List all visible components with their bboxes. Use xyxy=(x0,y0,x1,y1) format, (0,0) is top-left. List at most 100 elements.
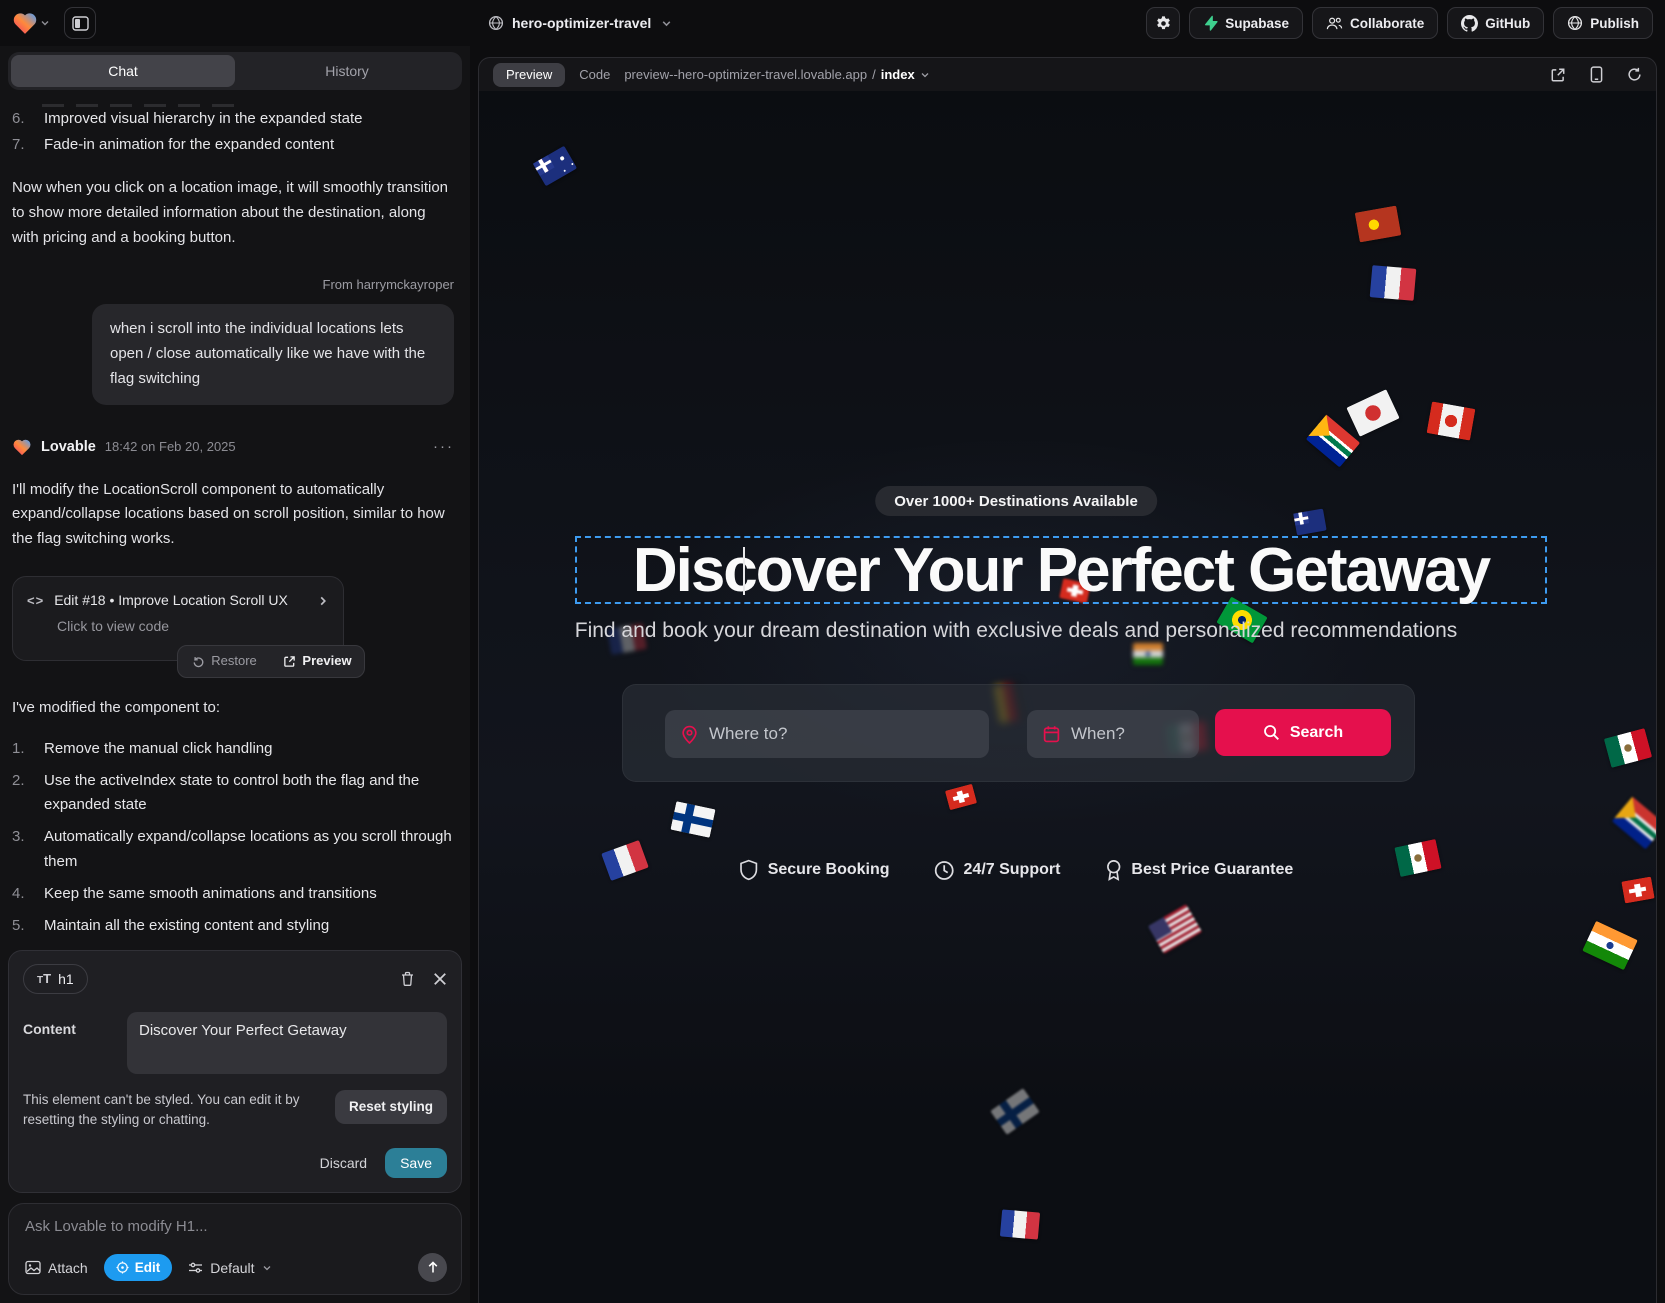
list-item: 7.Fade-in animation for the expanded con… xyxy=(12,133,454,158)
element-editor-panel: TT h1 Content Discover Your Perfect Geta… xyxy=(8,950,462,1194)
sidebar-toggle-button[interactable] xyxy=(64,7,96,39)
feature-label: Secure Booking xyxy=(768,861,890,879)
supabase-icon xyxy=(1203,15,1218,31)
australia-flag-icon xyxy=(533,146,577,187)
target-icon xyxy=(116,1261,129,1274)
element-tag-chip[interactable]: TT h1 xyxy=(23,964,88,994)
mobile-view-icon[interactable] xyxy=(1590,66,1603,83)
publish-button[interactable]: Publish xyxy=(1553,7,1653,39)
external-link-icon xyxy=(283,655,296,668)
discard-button[interactable]: Discard xyxy=(320,1155,367,1171)
typography-icon: TT xyxy=(37,971,51,986)
close-icon[interactable] xyxy=(433,972,447,986)
url-separator: / xyxy=(872,67,876,82)
clipped-list-item xyxy=(42,98,372,107)
list-item: 1.Remove the manual click handling xyxy=(12,737,454,762)
search-icon xyxy=(1263,724,1280,741)
where-to-placeholder: Where to? xyxy=(709,724,787,744)
image-icon xyxy=(25,1260,41,1275)
search-button[interactable]: Search xyxy=(1215,709,1391,756)
lovable-heart-icon xyxy=(12,438,32,456)
github-button[interactable]: GitHub xyxy=(1447,7,1544,39)
more-menu-icon[interactable]: ··· xyxy=(433,435,454,460)
hero-subtitle: Find and book your dream destination wit… xyxy=(575,619,1458,643)
list-item: 3.Automatically expand/collapse location… xyxy=(12,825,454,875)
assistant-paragraph: Now when you click on a location image, … xyxy=(12,176,454,251)
restore-icon xyxy=(192,655,205,668)
edit-mode-button[interactable]: Edit xyxy=(104,1254,173,1281)
send-button[interactable] xyxy=(418,1253,447,1282)
list-item-number: 6. xyxy=(12,107,44,132)
tab-history[interactable]: History xyxy=(235,55,459,87)
where-to-input[interactable]: Where to? xyxy=(665,710,989,758)
collaborate-button[interactable]: Collaborate xyxy=(1312,7,1438,39)
content-label: Content xyxy=(23,1012,113,1074)
preview-window: Preview Code preview--hero-optimizer-tra… xyxy=(478,57,1657,1303)
edit-label: Edit xyxy=(135,1260,161,1275)
open-external-icon[interactable] xyxy=(1550,67,1566,83)
attach-button[interactable]: Attach xyxy=(25,1260,88,1276)
list-item-number: 7. xyxy=(12,133,44,158)
attach-label: Attach xyxy=(48,1260,88,1276)
supabase-label: Supabase xyxy=(1225,16,1289,31)
text-cursor xyxy=(743,547,745,595)
when-input[interactable]: When? xyxy=(1027,710,1199,758)
globe-icon xyxy=(1567,15,1583,31)
list-item-number: 1. xyxy=(12,737,44,762)
list-item: 6.Improved visual hierarchy in the expan… xyxy=(12,107,454,132)
feature-label: Best Price Guarantee xyxy=(1131,861,1293,879)
award-icon xyxy=(1104,859,1122,881)
save-button[interactable]: Save xyxy=(385,1148,447,1178)
chevron-down-icon xyxy=(262,1263,272,1273)
styling-note: This element can't be styled. You can ed… xyxy=(23,1090,323,1131)
tab-preview[interactable]: Preview xyxy=(493,63,565,87)
trash-icon[interactable] xyxy=(400,971,415,987)
search-label: Search xyxy=(1290,724,1343,742)
list-item-text: Fade-in animation for the expanded conte… xyxy=(44,133,334,158)
feature-badge: Secure Booking xyxy=(739,859,890,881)
github-icon xyxy=(1461,15,1478,32)
settings-button[interactable] xyxy=(1146,7,1180,39)
lovable-logo-menu[interactable] xyxy=(12,11,50,35)
tab-code[interactable]: Code xyxy=(579,67,610,82)
japan-flag-icon xyxy=(1346,389,1399,437)
assistant-list-top: 6.Improved visual hierarchy in the expan… xyxy=(12,107,454,158)
chat-input-panel: Ask Lovable to modify H1... Attach Edit … xyxy=(8,1203,462,1295)
chevron-down-icon xyxy=(40,18,50,28)
preview-button[interactable]: Preview xyxy=(271,650,364,672)
preview-url[interactable]: preview--hero-optimizer-travel.lovable.a… xyxy=(624,67,929,82)
chevron-right-icon xyxy=(317,595,329,607)
chevron-down-icon xyxy=(661,18,672,29)
refresh-icon[interactable] xyxy=(1627,67,1642,82)
sliders-icon xyxy=(188,1261,203,1274)
finland-flag-icon xyxy=(670,801,715,838)
element-tag: h1 xyxy=(58,971,74,987)
default-mode-selector[interactable]: Default xyxy=(188,1260,271,1276)
content-textarea[interactable]: Discover Your Perfect Getaway xyxy=(127,1012,447,1074)
project-switcher[interactable]: hero-optimizer-travel xyxy=(488,15,672,31)
restore-button[interactable]: Restore xyxy=(178,650,271,672)
tab-chat[interactable]: Chat xyxy=(11,55,235,87)
destinations-badge: Over 1000+ Destinations Available xyxy=(875,486,1157,516)
chat-scroll-area[interactable]: 6.Improved visual hierarchy in the expan… xyxy=(0,90,470,940)
finland-flag-icon xyxy=(990,1088,1039,1135)
publish-label: Publish xyxy=(1590,16,1639,31)
feature-label: 24/7 Support xyxy=(964,861,1061,879)
supabase-button[interactable]: Supabase xyxy=(1189,7,1303,39)
features-row: Secure Booking 24/7 Support Best Price Gua… xyxy=(739,859,1294,881)
url-path: index xyxy=(881,67,915,82)
south-africa-flag-icon xyxy=(1612,797,1656,850)
h1-selection-outline[interactable]: Discover Your Perfect Getaway xyxy=(575,536,1547,604)
search-panel: Where to? When? Search xyxy=(622,684,1415,782)
chat-input-field[interactable]: Ask Lovable to modify H1... xyxy=(25,1218,447,1235)
portugal-flag-icon xyxy=(1355,206,1402,243)
list-item: 5.Maintain all the existing content and … xyxy=(12,914,454,939)
globe-icon xyxy=(488,15,504,31)
list-item-text: Maintain all the existing content and st… xyxy=(44,914,329,939)
user-message-bubble: when i scroll into the individual locati… xyxy=(92,304,454,405)
mexico-flag-icon xyxy=(1394,839,1441,877)
when-placeholder: When? xyxy=(1071,724,1125,744)
reset-styling-button[interactable]: Reset styling xyxy=(335,1090,447,1124)
france-flag-icon xyxy=(1370,265,1417,301)
sidebar-tabs: Chat History xyxy=(8,52,462,90)
